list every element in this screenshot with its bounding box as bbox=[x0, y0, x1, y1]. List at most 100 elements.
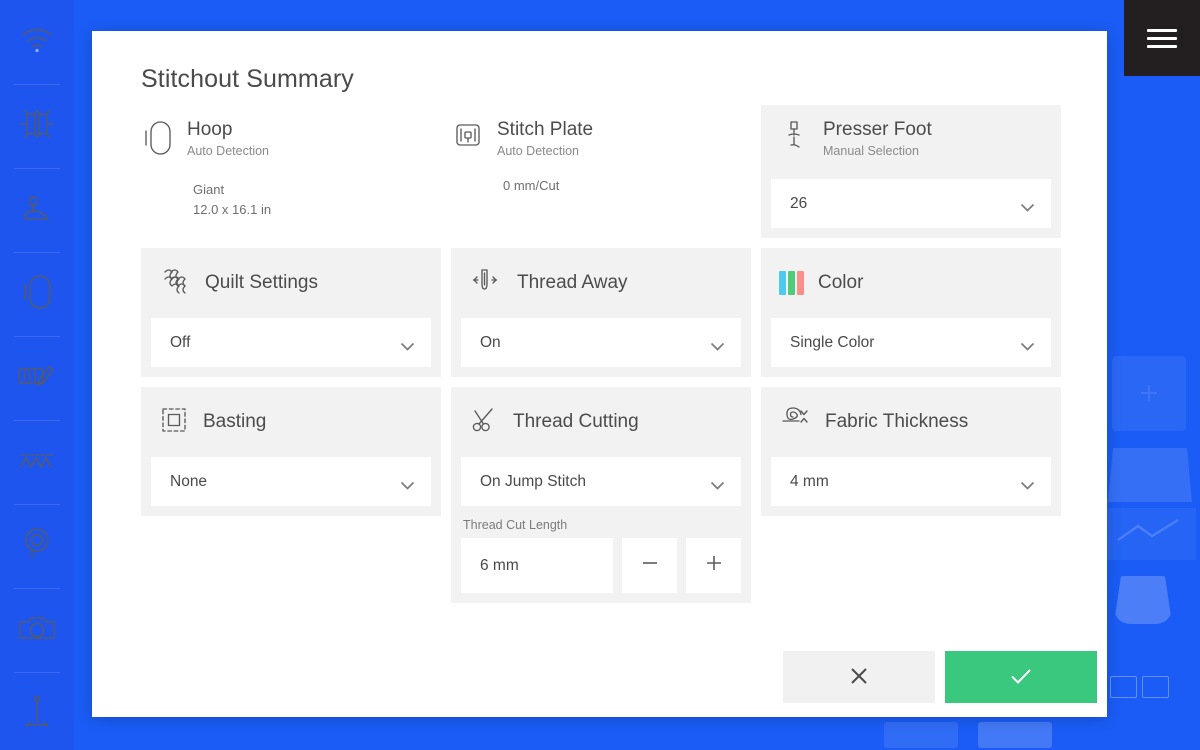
thread-cut-length-label: Thread Cut Length bbox=[463, 518, 568, 532]
quilt-swirl-icon bbox=[159, 266, 191, 301]
scissors-icon bbox=[469, 405, 499, 440]
increment-button[interactable] bbox=[686, 538, 741, 593]
summary-card-hoop: Hoop Auto Detection Giant 12.0 x 16.1 in bbox=[141, 105, 441, 238]
presser-foot-icon bbox=[19, 193, 55, 228]
thread-cut-length-value[interactable]: 6 mm bbox=[461, 538, 613, 593]
basting-icon bbox=[159, 405, 189, 440]
quilt-settings-select[interactable]: Off bbox=[151, 318, 431, 367]
select-value: On bbox=[480, 333, 501, 351]
thread-away-select[interactable]: On bbox=[461, 318, 741, 367]
camera-icon bbox=[17, 613, 57, 648]
setting-title: Thread Away bbox=[517, 272, 628, 294]
setting-card-thread-cutting: Thread Cutting On Jump Stitch Thread Cut… bbox=[451, 387, 751, 603]
chevron-down-icon bbox=[1020, 477, 1035, 490]
setting-title: Fabric Thickness bbox=[825, 411, 969, 433]
sidebar-item-spool[interactable] bbox=[0, 504, 74, 588]
select-value: On Jump Stitch bbox=[480, 472, 586, 490]
select-value: 26 bbox=[790, 194, 808, 212]
basting-select[interactable]: None bbox=[151, 457, 431, 506]
setting-subtitle: Manual Selection bbox=[823, 143, 919, 158]
select-value: Single Color bbox=[790, 333, 875, 351]
sidebar-item-hoop[interactable] bbox=[0, 252, 74, 336]
select-value: None bbox=[170, 472, 208, 490]
sidebar-item-bobbins[interactable] bbox=[0, 84, 74, 168]
app-root: Stitchout Summary Hoop Auto Detection Gi… bbox=[0, 0, 1200, 750]
color-swatches-icon bbox=[779, 271, 804, 295]
color-select[interactable]: Single Color bbox=[771, 318, 1051, 367]
thread-away-icon bbox=[469, 266, 503, 301]
cancel-button[interactable] bbox=[783, 651, 935, 703]
setting-title: Basting bbox=[203, 411, 267, 433]
thread-cut-length-stepper: 6 mm bbox=[461, 538, 741, 593]
sidebar-item-stitch-edit[interactable] bbox=[0, 336, 74, 420]
close-icon bbox=[847, 664, 871, 691]
menu-button[interactable] bbox=[1124, 0, 1200, 76]
settings-grid: Hoop Auto Detection Giant 12.0 x 16.1 in bbox=[141, 105, 1061, 603]
summary-title: Hoop bbox=[187, 119, 233, 140]
summary-subtitle: Auto Detection bbox=[187, 143, 269, 158]
hamburger-icon bbox=[1147, 24, 1177, 53]
setting-title: Color bbox=[818, 272, 864, 294]
summary-card-stitch-plate: Stitch Plate Auto Detection 0 mm/Cut bbox=[451, 105, 751, 238]
summary-subtitle: Auto Detection bbox=[497, 143, 579, 158]
setting-card-thread-away: Thread Away On bbox=[451, 248, 751, 377]
presser-foot-icon bbox=[783, 119, 809, 156]
hoop-icon bbox=[143, 119, 173, 162]
minus-icon bbox=[639, 552, 661, 579]
setting-card-basting: Basting None bbox=[141, 387, 441, 516]
setting-title: Thread Cutting bbox=[513, 411, 639, 433]
background-checkbox-pair bbox=[1110, 676, 1172, 700]
background-button-left bbox=[884, 722, 958, 748]
spool-icon bbox=[20, 526, 54, 567]
decrement-button[interactable] bbox=[622, 538, 677, 593]
background-button-right bbox=[978, 722, 1052, 748]
wifi-icon bbox=[20, 27, 54, 58]
dialog-footer bbox=[783, 651, 1097, 703]
zigzag-stitch-icon bbox=[17, 449, 57, 476]
thread-cutting-select[interactable]: On Jump Stitch bbox=[461, 457, 741, 506]
sidebar-item-camera[interactable] bbox=[0, 588, 74, 672]
summary-detail-line: 0 mm/Cut bbox=[503, 177, 560, 193]
background-swoosh-icon bbox=[1117, 518, 1179, 541]
settings-row: Quilt Settings Off Thread Away On Color … bbox=[141, 248, 1061, 377]
setting-card-color: Color Single Color bbox=[761, 248, 1061, 377]
hoop-icon bbox=[21, 273, 53, 316]
stitch-edit-icon bbox=[16, 362, 58, 395]
sidebar-item-presser-foot[interactable] bbox=[0, 168, 74, 252]
confirm-button[interactable] bbox=[945, 651, 1097, 703]
stitch-plate-icon bbox=[453, 119, 483, 156]
setting-card-presser-foot: Presser Foot Manual Selection 26 bbox=[761, 105, 1061, 238]
background-plus-icon bbox=[1141, 385, 1157, 401]
chevron-down-icon bbox=[1020, 199, 1035, 212]
bobbins-icon bbox=[17, 109, 57, 144]
chevron-down-icon bbox=[710, 338, 725, 351]
summary-detail-line: 12.0 x 16.1 in bbox=[193, 201, 272, 217]
fabric-spiral-icon bbox=[779, 405, 811, 440]
sidebar-item-wifi[interactable] bbox=[0, 0, 74, 84]
settings-row: Basting None Thread Cutting On Jump Stit… bbox=[141, 387, 1061, 603]
setting-title: Quilt Settings bbox=[205, 272, 318, 294]
chevron-down-icon bbox=[400, 477, 415, 490]
chevron-down-icon bbox=[400, 338, 415, 351]
select-value: 4 mm bbox=[790, 472, 829, 490]
presser-foot-select[interactable]: 26 bbox=[771, 179, 1051, 228]
left-sidebar bbox=[0, 0, 74, 750]
summary-row: Hoop Auto Detection Giant 12.0 x 16.1 in bbox=[141, 105, 1061, 238]
stitchout-summary-dialog: Stitchout Summary Hoop Auto Detection Gi… bbox=[92, 31, 1107, 717]
background-pail bbox=[1114, 576, 1172, 624]
needle-icon bbox=[20, 694, 54, 735]
chevron-down-icon bbox=[1020, 338, 1035, 351]
fabric-thickness-select[interactable]: 4 mm bbox=[771, 457, 1051, 506]
background-trapezoid bbox=[1108, 448, 1192, 502]
sidebar-item-needle[interactable] bbox=[0, 672, 74, 750]
setting-card-fabric-thickness: Fabric Thickness 4 mm bbox=[761, 387, 1061, 516]
setting-title: Presser Foot bbox=[823, 119, 932, 140]
setting-card-quilt-settings: Quilt Settings Off bbox=[141, 248, 441, 377]
plus-icon bbox=[703, 552, 725, 579]
check-icon bbox=[1008, 663, 1034, 692]
sidebar-item-zigzag-stitch[interactable] bbox=[0, 420, 74, 504]
summary-title: Stitch Plate bbox=[497, 119, 594, 140]
summary-detail-line: Giant bbox=[193, 182, 225, 197]
select-value: Off bbox=[170, 333, 191, 351]
chevron-down-icon bbox=[710, 477, 725, 490]
